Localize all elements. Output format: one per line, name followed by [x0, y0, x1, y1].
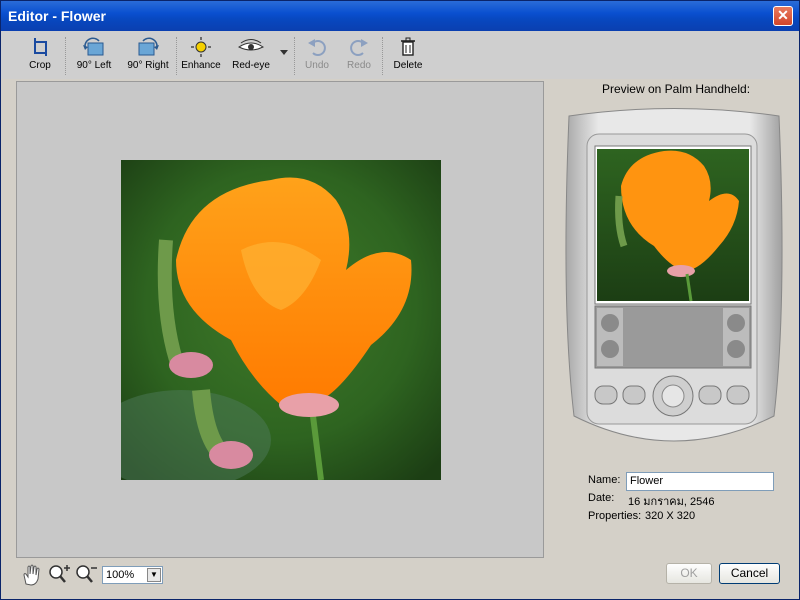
title-bar[interactable]: Editor - Flower ✕	[1, 1, 799, 31]
zoom-select[interactable]: 100% ▼	[102, 566, 163, 584]
preview-title: Preview on Palm Handheld:	[601, 82, 751, 96]
zoom-out-icon[interactable]	[76, 565, 97, 583]
toolbar: Crop 90° Left 90° Right Enhance Red-eye …	[1, 31, 799, 79]
close-icon: ✕	[777, 7, 789, 23]
date-value: 16 มกราคม, 2546	[628, 496, 715, 508]
toolbar-separator	[65, 37, 67, 75]
enhance-icon	[191, 37, 211, 57]
name-label: Name:	[588, 474, 621, 486]
rotate-left-button[interactable]: 90° Left	[73, 37, 115, 77]
undo-button[interactable]: Undo	[301, 37, 333, 77]
delete-label: Delete	[393, 60, 423, 71]
hand-icon[interactable]	[23, 564, 40, 586]
close-button[interactable]: ✕	[773, 6, 793, 26]
zoom-in-icon[interactable]	[49, 565, 70, 583]
date-label: Date:	[588, 492, 615, 504]
rotate-right-button[interactable]: 90° Right	[125, 37, 171, 77]
chevron-down-icon[interactable]: ▼	[147, 568, 161, 582]
undo-icon	[308, 39, 326, 56]
red-eye-label: Red-eye	[232, 60, 270, 71]
redo-icon	[350, 39, 368, 56]
chevron-down-icon	[280, 50, 288, 55]
redo-label: Redo	[347, 60, 371, 71]
editor-window: Editor - Flower ✕ Crop 90° Left 90° Righ…	[0, 0, 800, 600]
name-field[interactable]: Flower	[626, 472, 774, 491]
crop-icon	[34, 38, 47, 56]
properties-label: Properties:	[588, 510, 642, 522]
palm-preview	[559, 106, 789, 456]
redo-button[interactable]: Redo	[343, 37, 375, 77]
enhance-button[interactable]: Enhance	[181, 37, 221, 77]
properties-value: 320 X 320	[645, 510, 696, 522]
ok-button[interactable]: OK	[666, 563, 712, 584]
window-title: Editor - Flower	[8, 8, 106, 24]
toolbar-separator	[176, 37, 178, 75]
enhance-label: Enhance	[181, 60, 221, 71]
crop-label: Crop	[29, 60, 51, 71]
undo-label: Undo	[305, 60, 329, 71]
toolbar-separator	[382, 37, 384, 75]
rotate-left-label: 90° Left	[76, 60, 112, 71]
toolbar-separator	[294, 37, 296, 75]
image-canvas[interactable]	[16, 81, 544, 558]
rotate-left-icon	[83, 37, 104, 56]
zoom-value: 100%	[106, 569, 135, 581]
rotate-right-label: 90° Right	[127, 60, 169, 71]
rotate-right-icon	[138, 37, 159, 56]
crop-button[interactable]: Crop	[25, 37, 55, 77]
cancel-button[interactable]: Cancel	[719, 563, 780, 584]
delete-button[interactable]: Delete	[391, 37, 425, 77]
photo-flower	[121, 160, 441, 480]
red-eye-button[interactable]: Red-eye	[229, 37, 273, 77]
delete-icon	[401, 37, 415, 56]
red-eye-icon	[238, 39, 264, 51]
view-tools	[21, 564, 101, 589]
